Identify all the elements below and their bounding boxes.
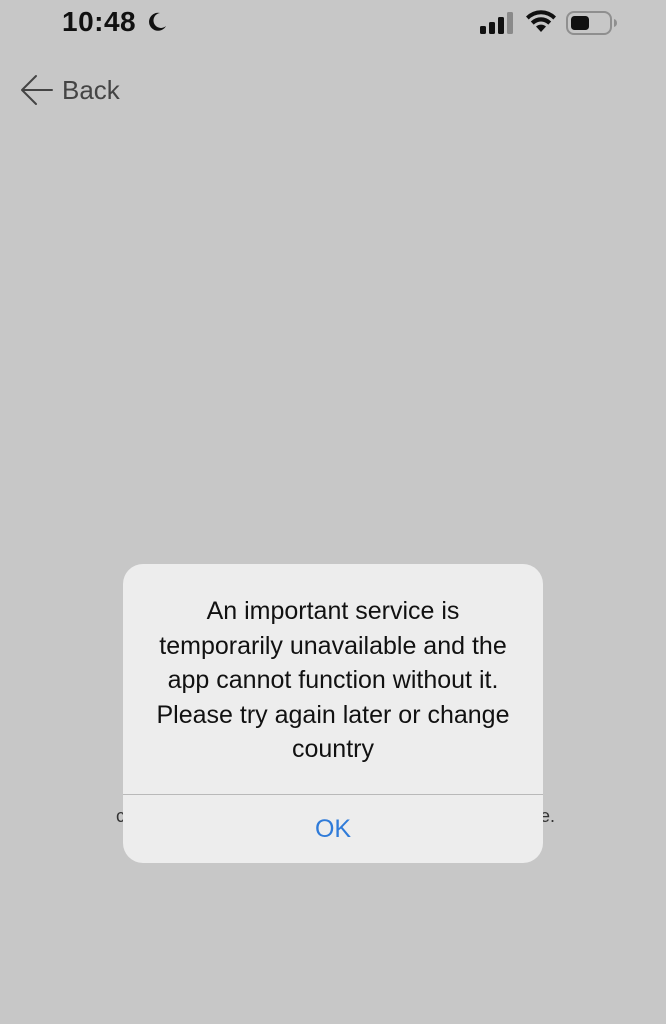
back-label: Back	[62, 74, 120, 105]
moon-icon	[149, 12, 166, 31]
ok-button[interactable]: OK	[123, 795, 543, 863]
status-time: 10:48	[62, 6, 137, 37]
alert-dialog: An important service is temporarily unav…	[123, 564, 543, 863]
back-button[interactable]: Back	[20, 70, 120, 110]
battery-icon	[566, 11, 617, 35]
alert-message: An important service is temporarily unav…	[156, 597, 510, 763]
cellular-signal-icon	[480, 12, 513, 34]
back-arrow-icon	[21, 75, 53, 105]
wifi-icon	[526, 10, 556, 32]
status-bar: 10:48	[0, 0, 666, 50]
